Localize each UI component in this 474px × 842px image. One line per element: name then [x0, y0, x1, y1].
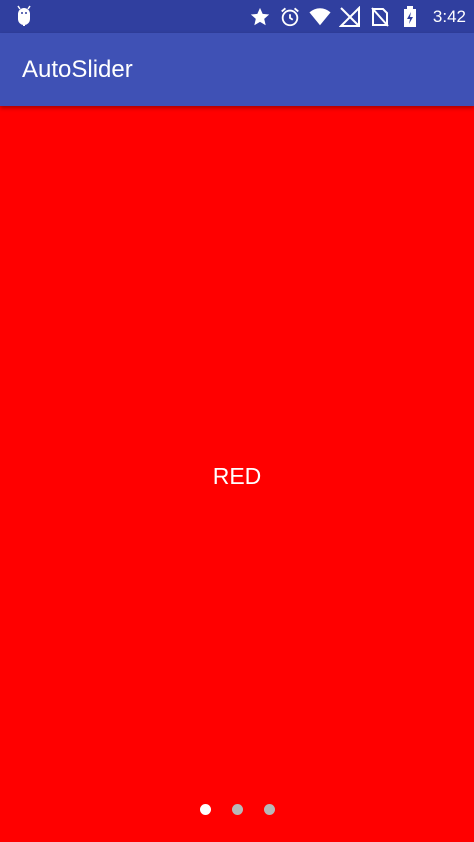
- status-icons: 3:42: [249, 0, 466, 33]
- alarm-icon: [279, 6, 301, 28]
- page-indicators: [0, 804, 474, 816]
- app-bar: AutoSlider: [0, 33, 474, 106]
- indicator-dot-3[interactable]: [263, 804, 275, 815]
- indicator-dot-1[interactable]: [199, 804, 211, 815]
- indicator-dot-2[interactable]: [231, 804, 243, 815]
- auto-slider[interactable]: RED: [0, 106, 474, 842]
- status-bar: 3:42: [0, 0, 474, 33]
- star-icon: [249, 6, 271, 28]
- android-debug-icon: [14, 5, 34, 27]
- battery-charging-icon: [399, 5, 421, 28]
- status-clock: 3:42: [432, 6, 466, 26]
- no-sim-icon: [369, 6, 391, 28]
- slide-label: RED: [212, 463, 262, 489]
- screen: 3:42 AutoSlider RED: [0, 0, 474, 842]
- app-title: AutoSlider: [22, 56, 133, 83]
- wifi-icon: [309, 6, 331, 28]
- no-signal-icon: [338, 5, 361, 28]
